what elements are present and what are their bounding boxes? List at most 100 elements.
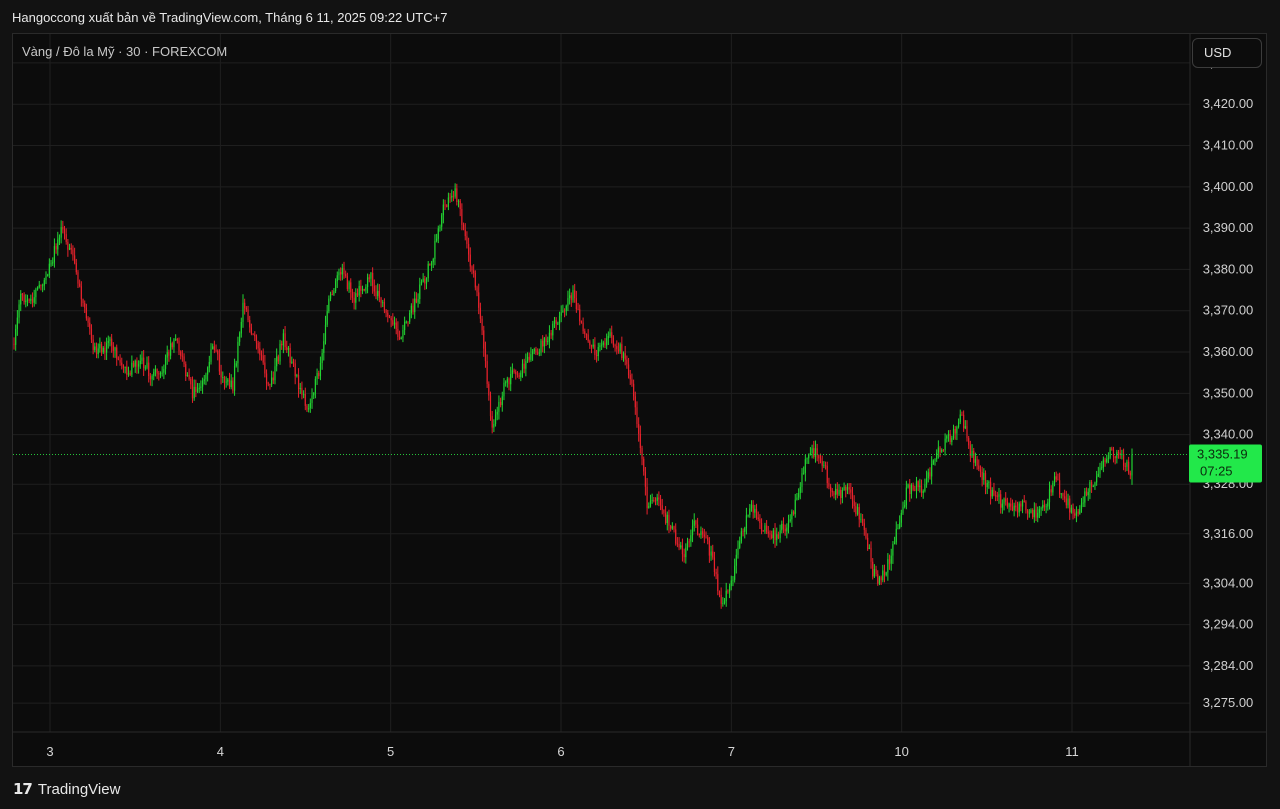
chart-canvas[interactable]: 3,430.003,420.003,410.003,400.003,390.00… <box>0 0 1280 809</box>
price-axis[interactable]: 3,430.003,420.003,410.003,400.003,390.00… <box>1203 55 1254 710</box>
candle-body <box>996 495 998 497</box>
candle-body <box>348 282 350 289</box>
candle-body <box>68 247 71 250</box>
candle-body <box>25 300 27 303</box>
candle-body <box>454 188 456 197</box>
candle-body <box>272 377 274 381</box>
candle-body <box>1089 482 1091 493</box>
candle-body <box>287 348 290 350</box>
candle-body <box>971 450 973 457</box>
candle-body <box>759 519 761 524</box>
candle-body <box>131 362 133 375</box>
candle-body <box>910 484 913 495</box>
candle-body <box>1075 511 1078 516</box>
candle-body <box>577 309 579 310</box>
candle-body <box>75 263 77 273</box>
candle-body <box>92 339 94 351</box>
candle-body <box>803 472 805 474</box>
candle-body <box>456 188 458 202</box>
candle-body <box>23 294 25 303</box>
candle-body <box>365 286 367 291</box>
candle-body <box>821 461 823 466</box>
candle-body <box>80 286 82 300</box>
candle-body <box>616 346 618 350</box>
candle-body <box>195 386 197 392</box>
candle-body <box>104 347 106 353</box>
candle-body <box>499 401 502 406</box>
candle-body <box>892 544 894 556</box>
candle-body <box>1129 472 1131 476</box>
candle-body <box>703 534 705 537</box>
candle-body <box>50 263 52 265</box>
candle-body <box>865 529 867 538</box>
candle-body <box>244 302 246 308</box>
candle-body <box>1128 461 1130 473</box>
candle-body <box>148 362 150 377</box>
candle-body <box>974 459 977 463</box>
candle-body <box>154 369 157 372</box>
candle-body <box>558 315 561 324</box>
candle-body <box>363 289 365 291</box>
candle-body <box>245 307 247 310</box>
candle-body <box>976 459 978 466</box>
candle-body <box>555 320 557 324</box>
candle-body <box>1048 489 1051 503</box>
candle-body <box>232 380 234 391</box>
candle-body <box>493 423 495 428</box>
candle-body <box>602 342 604 345</box>
candle-body <box>254 334 256 337</box>
candle-body <box>267 383 269 385</box>
candle-body <box>848 487 850 490</box>
candle-body <box>233 365 236 391</box>
candle-body <box>122 365 125 368</box>
candle-body <box>444 204 446 206</box>
candle-body <box>476 287 478 293</box>
candle-body <box>259 348 261 355</box>
time-axis[interactable]: 3 4 5 6 7 10 11 <box>46 744 1078 759</box>
candle-body <box>72 249 74 256</box>
time-tick-label: 11 <box>1065 744 1079 759</box>
candle-body <box>846 487 849 491</box>
candle-body <box>627 364 630 376</box>
candle-body <box>629 375 631 380</box>
candle-body <box>506 378 508 383</box>
candle-body <box>666 514 668 523</box>
candle-body <box>552 323 554 336</box>
candle-body <box>659 499 662 506</box>
candle-body <box>1032 509 1034 518</box>
price-tick-label: 3,400.00 <box>1203 179 1254 194</box>
candle-body <box>964 426 966 429</box>
candle-body <box>265 373 268 384</box>
candle-body <box>271 377 273 385</box>
candle-body <box>57 239 59 250</box>
candle-body <box>1035 509 1037 518</box>
candle-body <box>951 438 953 443</box>
candle-body <box>99 343 101 349</box>
candle-body <box>1117 452 1120 454</box>
candle-body <box>1094 482 1096 487</box>
candle-body <box>567 298 569 306</box>
candle-body <box>663 509 665 514</box>
candle-body <box>683 554 685 558</box>
price-tick-label: 3,294.00 <box>1203 617 1254 632</box>
candle-body <box>963 414 965 429</box>
currency-button[interactable]: USD <box>1192 38 1262 68</box>
candle-body <box>702 531 704 535</box>
candle-body <box>643 458 645 472</box>
candle-body <box>299 387 301 390</box>
candle-body <box>168 352 170 356</box>
candle-body <box>417 299 419 303</box>
candle-body <box>356 293 359 296</box>
candle-body <box>207 367 209 375</box>
price-tick-label: 3,410.00 <box>1203 138 1254 153</box>
candle-body <box>291 361 293 363</box>
candle-body <box>998 494 1000 497</box>
candle-body <box>464 229 466 237</box>
candle-body <box>1122 454 1125 466</box>
symbol-title[interactable]: Vàng / Đô la Mỹ · 30 · FOREXCOM <box>22 44 227 59</box>
candle-body <box>764 525 766 532</box>
candle-body <box>338 272 340 276</box>
time-tick-label: 3 <box>46 744 53 759</box>
candle-body <box>727 590 729 592</box>
tradingview-brand[interactable]: 17 TradingView <box>13 779 120 799</box>
